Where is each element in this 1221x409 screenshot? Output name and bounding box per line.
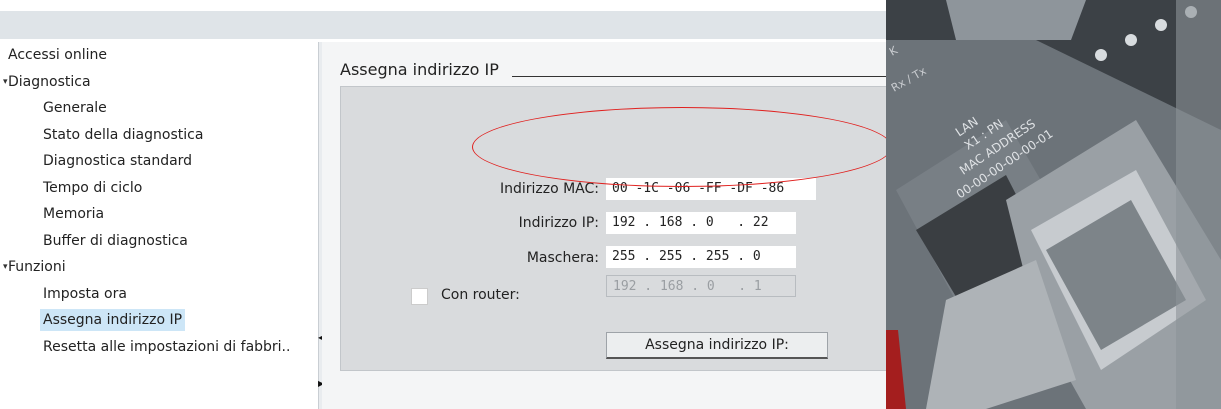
tree-item-label: Accessi online [8, 47, 107, 63]
mac-address-field: 00 -1C -06 -FF -DF -86 [606, 178, 816, 200]
tree-item[interactable]: Diagnostica standard [0, 150, 318, 172]
tree-item-label: Generale [43, 100, 107, 116]
ip-address-label: Indirizzo IP: [518, 215, 599, 231]
tree-item[interactable]: Tempo di ciclo [0, 177, 318, 199]
router-address-field: 192 . 168 . 0 . 1 [606, 275, 796, 297]
tree-item-label: Assegna indirizzo IP [40, 309, 186, 331]
toolbar-strip [0, 11, 886, 39]
assign-ip-button[interactable]: Assegna indirizzo IP: [606, 332, 828, 359]
tree-item[interactable]: Resetta alle impostazioni di fabbri.. [0, 336, 318, 358]
tree-item-label: Imposta ora [43, 285, 127, 302]
tree-item-label: Resetta alle impostazioni di fabbri.. [43, 338, 291, 355]
subnet-mask-field[interactable]: 255 . 255 . 255 . 0 [606, 246, 796, 268]
router-checkbox[interactable] [411, 288, 428, 305]
tree-item[interactable]: Imposta ora [0, 283, 318, 305]
tree-item[interactable]: Memoria [0, 203, 318, 225]
tree-item[interactable]: Generale [0, 97, 318, 119]
tree-item-label: Funzioni [8, 259, 66, 275]
router-label: Con router: [441, 287, 520, 303]
ip-settings-group: Indirizzo MAC: 00 -1C -06 -FF -DF -86 In… [340, 86, 890, 371]
tree-item[interactable]: Stato della diagnostica [0, 124, 318, 146]
expand-arrow-icon[interactable]: ▾ [3, 256, 8, 278]
tree-item-label: Buffer di diagnostica [43, 232, 188, 249]
tree-item-label: Stato della diagnostica [43, 126, 204, 143]
subnet-mask-label: Maschera: [526, 250, 599, 266]
mac-address-label: Indirizzo MAC: [499, 181, 599, 197]
ip-address-field[interactable]: 192 . 168 . 0 . 22 [606, 212, 796, 234]
tree-item-label: Diagnostica standard [43, 153, 193, 169]
tree-item[interactable]: ▾ Diagnostica [0, 71, 318, 93]
expand-arrow-icon[interactable]: ▾ [3, 71, 8, 93]
plc-mac-label-photo: LAN X1 : PN MAC ADDRESS 00-00-00-00-00-0… [886, 0, 1221, 409]
tree-item-label: Memoria [43, 206, 105, 222]
tree-item-label: Tempo di ciclo [43, 179, 143, 196]
tree-item[interactable]: Accessi online [0, 44, 318, 66]
tree-item[interactable]: ▾ Funzioni [0, 256, 318, 278]
section-divider [512, 76, 892, 77]
section-title: Assegna indirizzo IP [340, 60, 499, 79]
tree-item[interactable]: Assegna indirizzo IP [0, 309, 318, 331]
device-photo: LAN X1 : PN MAC ADDRESS 00-00-00-00-00-0… [886, 0, 1221, 409]
tree-item[interactable]: Buffer di diagnostica [0, 230, 318, 252]
assign-ip-panel: Assegna indirizzo IP Indirizzo MAC: 00 -… [322, 42, 892, 409]
tree-item-label: Diagnostica [8, 73, 91, 90]
online-diagnostics-tree: Accessi online ▾ Diagnostica Generale Stato … [0, 42, 318, 409]
